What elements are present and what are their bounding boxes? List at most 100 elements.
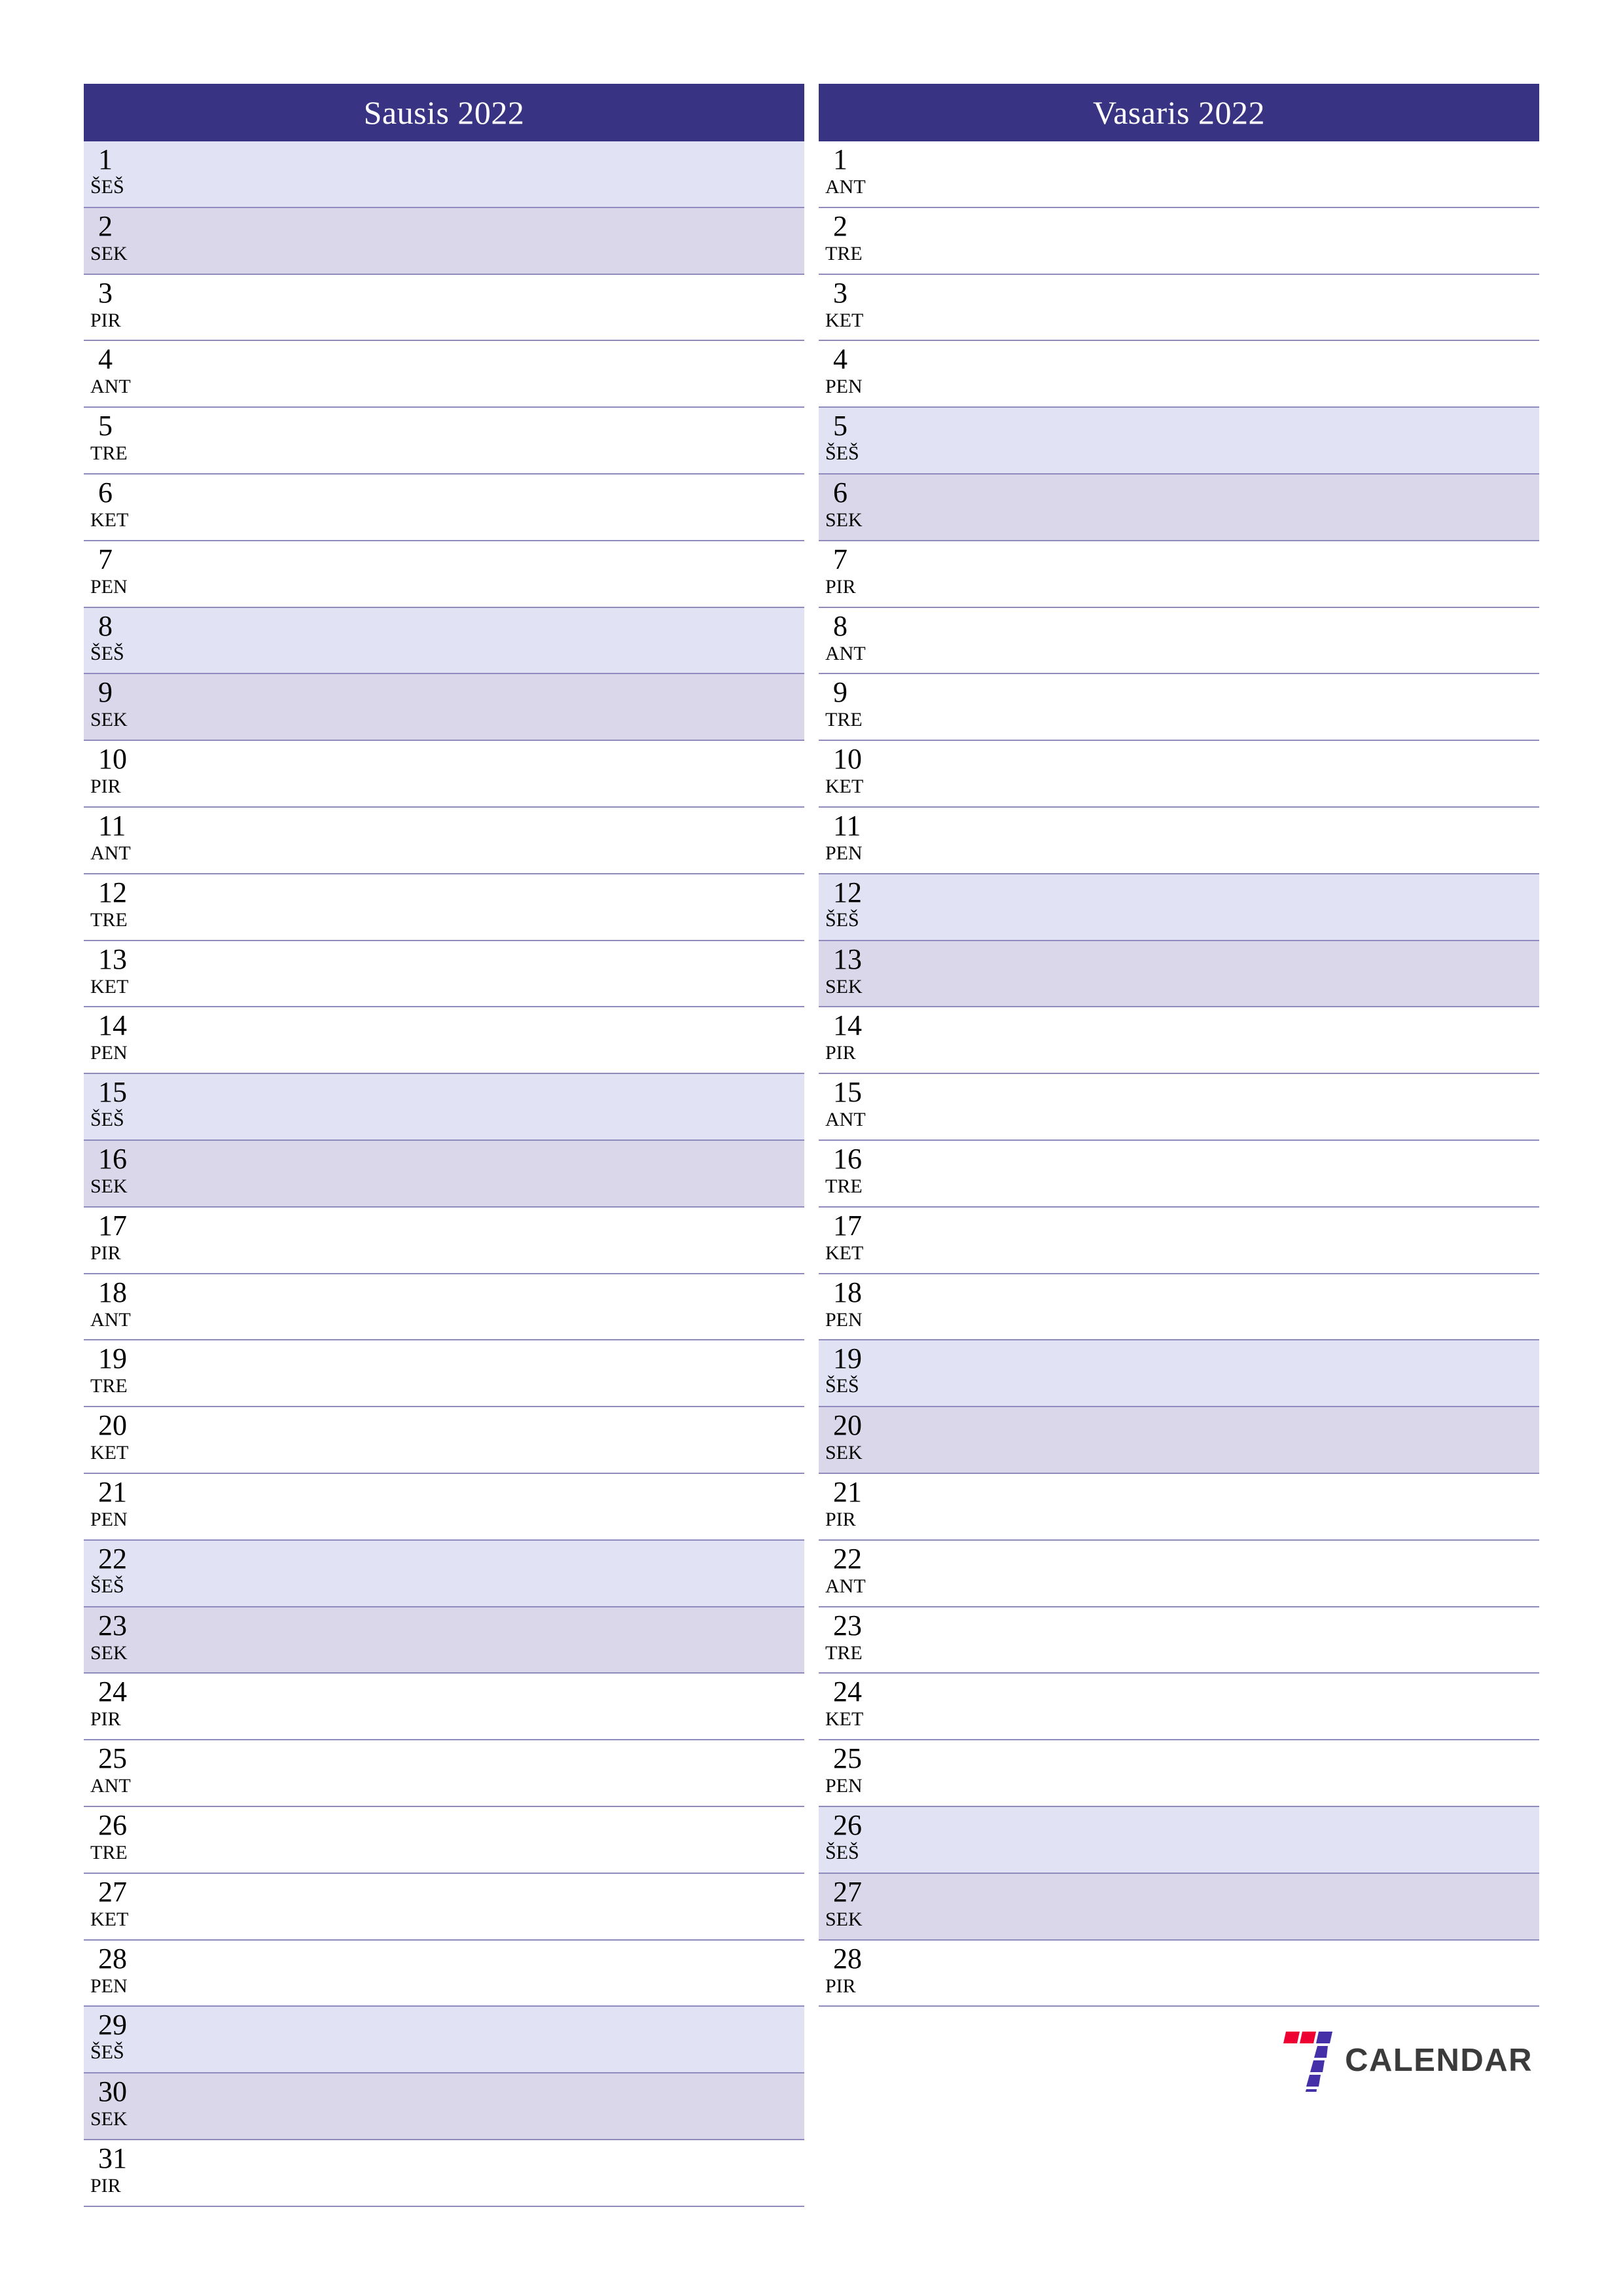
day-row[interactable]: 16 TRE <box>819 1140 1539 1208</box>
day-row[interactable]: 4 ANT <box>84 341 804 408</box>
brand-wordmark: CALENDAR <box>1345 2042 1533 2078</box>
day-row[interactable]: 23 TRE <box>819 1607 1539 1674</box>
day-row[interactable]: 24 KET <box>819 1674 1539 1741</box>
day-number: 14 <box>833 1009 862 1042</box>
day-weekday-abbrev: PIR <box>90 776 121 798</box>
seven-logo-diagonal <box>1305 2046 1329 2092</box>
day-row[interactable]: 27 SEK <box>819 1873 1539 1941</box>
day-weekday-abbrev: PEN <box>825 842 863 864</box>
day-number: 21 <box>98 1475 127 1508</box>
day-number: 20 <box>98 1409 127 1442</box>
day-weekday-abbrev: SEK <box>825 1908 863 1930</box>
day-weekday-abbrev: SEK <box>90 1641 128 1664</box>
day-number: 8 <box>98 609 113 642</box>
day-row[interactable]: 13 KET <box>84 941 804 1008</box>
day-weekday-abbrev: TRE <box>825 709 863 731</box>
day-row[interactable]: 16 SEK <box>84 1140 804 1208</box>
day-row[interactable]: 18 ANT <box>84 1274 804 1341</box>
day-weekday-abbrev: ŠEŠ <box>825 442 859 465</box>
day-row[interactable]: 31 PIR <box>84 2140 804 2207</box>
day-row[interactable]: 5 TRE <box>84 408 804 475</box>
day-weekday-abbrev: ŠEŠ <box>825 1841 859 1863</box>
day-row[interactable]: 24 PIR <box>84 1674 804 1741</box>
day-row[interactable]: 30 SEK <box>84 2073 804 2140</box>
day-weekday-abbrev: PEN <box>90 575 128 598</box>
day-weekday-abbrev: ŠEŠ <box>90 2041 124 2064</box>
day-weekday-abbrev: PIR <box>825 1508 856 1530</box>
day-row[interactable]: 7 PIR <box>819 541 1539 608</box>
day-row[interactable]: 14 PIR <box>819 1007 1539 1075</box>
day-row[interactable]: 3 KET <box>819 274 1539 342</box>
day-row[interactable]: 27 KET <box>84 1873 804 1941</box>
day-weekday-abbrev: PIR <box>825 1042 856 1064</box>
day-weekday-abbrev: SEK <box>90 709 128 731</box>
day-row[interactable]: 28 PEN <box>84 1940 804 2007</box>
day-weekday-abbrev: ŠEŠ <box>825 908 859 931</box>
day-row[interactable]: 22 ŠEŠ <box>84 1540 804 1607</box>
day-row[interactable]: 3 PIR <box>84 274 804 342</box>
day-row[interactable]: 21 PEN <box>84 1473 804 1541</box>
day-row[interactable]: 11 PEN <box>819 807 1539 874</box>
day-row[interactable]: 15 ANT <box>819 1074 1539 1141</box>
seven-bar-segment-indigo-1 <box>1316 2032 1333 2044</box>
day-row[interactable]: 4 PEN <box>819 341 1539 408</box>
day-row[interactable]: 17 KET <box>819 1207 1539 1274</box>
day-row[interactable]: 11 ANT <box>84 807 804 874</box>
day-row[interactable]: 13 SEK <box>819 941 1539 1008</box>
day-row[interactable]: 9 SEK <box>84 674 804 742</box>
day-row[interactable]: 25 ANT <box>84 1740 804 1807</box>
day-row[interactable]: 20 KET <box>84 1407 804 1474</box>
day-row[interactable]: 2 TRE <box>819 207 1539 275</box>
day-weekday-abbrev: ANT <box>90 376 131 398</box>
day-weekday-abbrev: ANT <box>90 1308 131 1331</box>
day-number: 27 <box>98 1875 127 1908</box>
day-number: 15 <box>833 1076 862 1109</box>
day-number: 21 <box>833 1475 862 1508</box>
day-list-january: 1 ŠEŠ 2 SEK 3 PIR 4 ANT 5 TRE 6 KET 7 PEN 8 ŠEŠ 9 SEK 10 PI… <box>84 141 804 2207</box>
day-number: 12 <box>98 876 127 908</box>
day-row[interactable]: 6 SEK <box>819 474 1539 541</box>
day-row[interactable]: 9 TRE <box>819 674 1539 742</box>
day-row[interactable]: 29 ŠEŠ <box>84 2007 804 2074</box>
day-weekday-abbrev: KET <box>825 1708 864 1731</box>
day-weekday-abbrev: ANT <box>90 842 131 864</box>
day-row[interactable]: 8 ANT <box>819 607 1539 675</box>
day-row[interactable]: 19 ŠEŠ <box>819 1340 1539 1408</box>
day-weekday-abbrev: PIR <box>825 575 856 598</box>
day-row[interactable]: 15 ŠEŠ <box>84 1074 804 1141</box>
day-number: 18 <box>833 1276 862 1308</box>
day-row[interactable]: 1 ANT <box>819 141 1539 208</box>
day-row[interactable]: 26 TRE <box>84 1806 804 1874</box>
day-row[interactable]: 10 KET <box>819 741 1539 808</box>
day-row[interactable]: 17 PIR <box>84 1207 804 1274</box>
day-weekday-abbrev: ANT <box>825 642 866 664</box>
day-row[interactable]: 5 ŠEŠ <box>819 408 1539 475</box>
day-row[interactable]: 19 TRE <box>84 1340 804 1408</box>
day-row[interactable]: 28 PIR <box>819 1940 1539 2007</box>
day-weekday-abbrev: KET <box>825 309 864 331</box>
day-row[interactable]: 7 PEN <box>84 541 804 608</box>
day-row[interactable]: 21 PIR <box>819 1473 1539 1541</box>
day-number: 15 <box>98 1076 127 1109</box>
day-number: 5 <box>833 410 847 442</box>
day-weekday-abbrev: ANT <box>825 1109 866 1131</box>
day-row[interactable]: 26 ŠEŠ <box>819 1806 1539 1874</box>
day-row[interactable]: 8 ŠEŠ <box>84 607 804 675</box>
day-row[interactable]: 12 ŠEŠ <box>819 874 1539 941</box>
day-number: 10 <box>98 743 127 776</box>
day-row[interactable]: 12 TRE <box>84 874 804 941</box>
day-row[interactable]: 2 SEK <box>84 207 804 275</box>
day-row[interactable]: 10 PIR <box>84 741 804 808</box>
day-row[interactable]: 1 ŠEŠ <box>84 141 804 208</box>
day-row[interactable]: 6 KET <box>84 474 804 541</box>
day-row[interactable]: 23 SEK <box>84 1607 804 1674</box>
day-row[interactable]: 20 SEK <box>819 1407 1539 1474</box>
day-number: 4 <box>98 343 113 376</box>
day-row[interactable]: 25 PEN <box>819 1740 1539 1807</box>
day-row[interactable]: 22 ANT <box>819 1540 1539 1607</box>
day-number: 3 <box>833 276 847 309</box>
day-number: 5 <box>98 410 113 442</box>
day-row[interactable]: 18 PEN <box>819 1274 1539 1341</box>
day-row[interactable]: 14 PEN <box>84 1007 804 1075</box>
day-weekday-abbrev: ŠEŠ <box>90 176 124 198</box>
